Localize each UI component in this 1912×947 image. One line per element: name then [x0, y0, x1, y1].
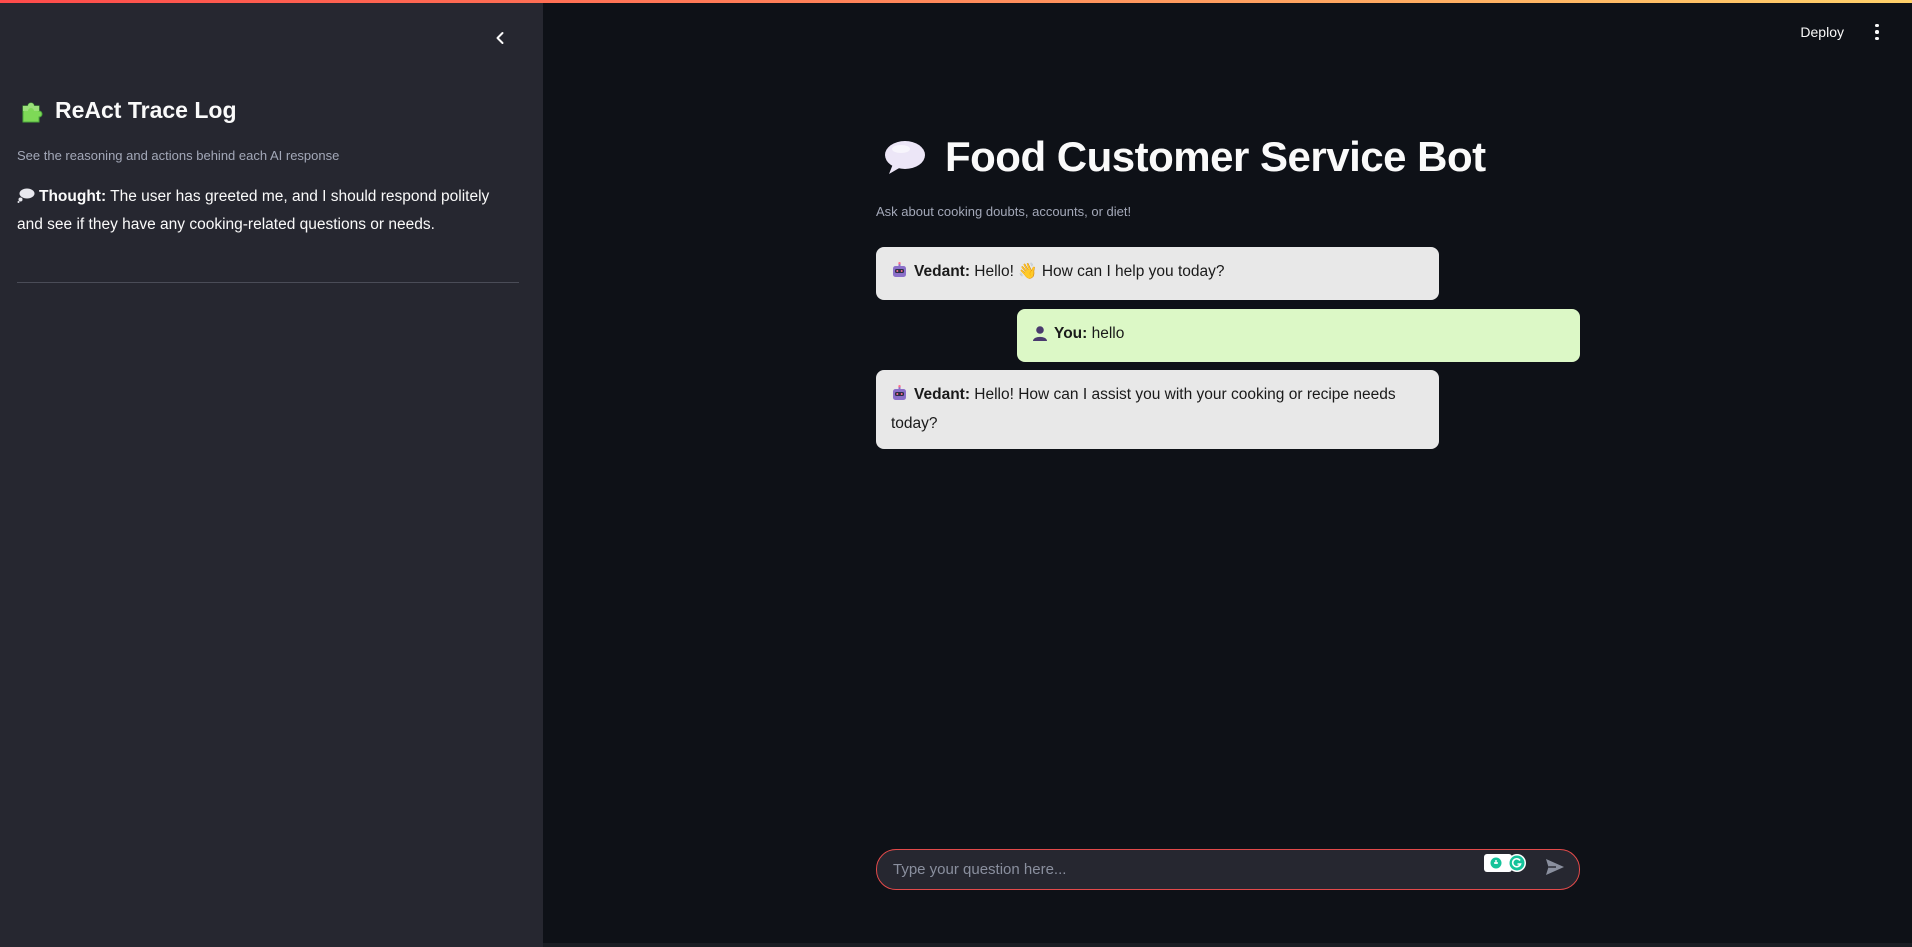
deploy-button[interactable]: Deploy [1800, 24, 1844, 40]
top-decoration-stripe [0, 0, 1912, 3]
page-title: Food Customer Service Bot [883, 133, 1486, 181]
page-title-text: Food Customer Service Bot [945, 133, 1486, 180]
message-text: hello [1087, 325, 1125, 342]
chat-input[interactable] [877, 850, 1541, 889]
page-caption: Ask about cooking doubts, accounts, or d… [876, 204, 1132, 219]
speech-balloon-icon [883, 138, 927, 176]
puzzle-piece-icon [19, 98, 45, 124]
collapse-sidebar-button[interactable] [486, 26, 514, 54]
header-toolbar: Deploy [1800, 22, 1912, 42]
sidebar-divider [17, 282, 519, 283]
chat-message-bot: Vedant: Hello! How can I assist you with… [876, 370, 1439, 449]
message-speaker: Vedant: [914, 263, 970, 280]
chat-message-user: You: hello [1017, 309, 1580, 362]
message-speaker: You: [1054, 325, 1088, 342]
send-icon [1545, 858, 1565, 881]
sidebar: ReAct Trace Log See the reasoning and ac… [0, 0, 543, 947]
chat-message-bot: Vedant: Hello! 👋 How can I help you toda… [876, 247, 1439, 300]
kebab-menu-icon[interactable] [1870, 22, 1884, 42]
message-speaker: Vedant: [914, 386, 970, 403]
robot-icon [891, 385, 908, 411]
chevron-left-icon [494, 31, 506, 50]
bottom-edge [543, 943, 1912, 947]
grammarly-widget[interactable] [1484, 852, 1530, 874]
robot-icon [891, 262, 908, 288]
person-icon [1032, 324, 1048, 350]
message-text: Hello! 👋 How can I help you today? [969, 263, 1225, 280]
thought-balloon-icon [17, 186, 35, 212]
sidebar-subtitle: See the reasoning and actions behind eac… [17, 148, 340, 163]
sidebar-title: ReAct Trace Log [19, 97, 237, 124]
send-button[interactable] [1541, 856, 1569, 884]
thought-entry: Thought: The user has greeted me, and I … [17, 184, 517, 238]
thought-label: Thought: [39, 188, 107, 205]
sidebar-title-text: ReAct Trace Log [55, 97, 237, 123]
chat-input-container [876, 849, 1580, 890]
